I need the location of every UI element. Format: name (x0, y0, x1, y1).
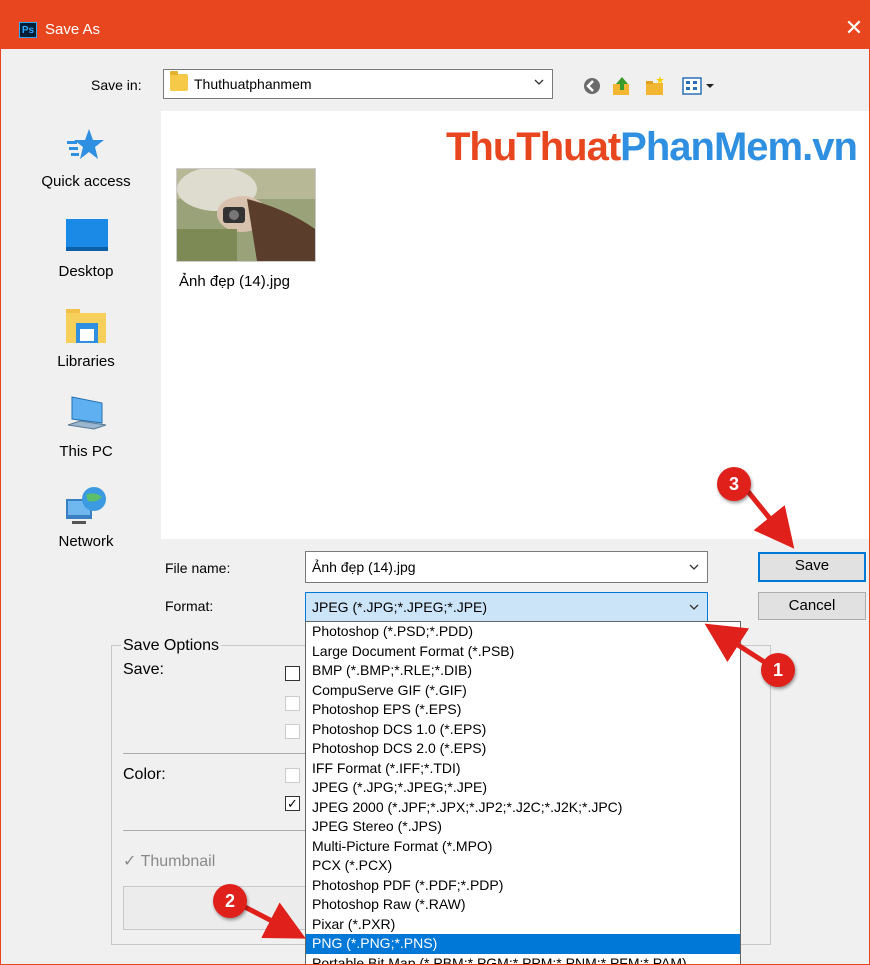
format-option[interactable]: IFF Format (*.IFF;*.TDI) (306, 759, 740, 779)
save-in-combo[interactable]: Thuthuatphanmem (163, 69, 553, 99)
place-network[interactable]: Network (1, 483, 155, 569)
window-title: Save As (45, 21, 101, 38)
format-option[interactable]: JPEG Stereo (*.JPS) (306, 817, 740, 837)
format-option[interactable]: Multi-Picture Format (*.MPO) (306, 837, 740, 857)
save-in-value: Thuthuatphanmem (194, 76, 312, 92)
watermark-logo: ThuThuatPhanMem.vn (446, 125, 858, 170)
format-option[interactable]: Photoshop PDF (*.PDF;*.PDP) (306, 876, 740, 896)
close-icon[interactable]: ✕ (843, 17, 865, 39)
place-label: Network (58, 533, 114, 550)
color-checkbox[interactable] (285, 768, 300, 783)
checkmark-icon: ✓ (123, 853, 141, 870)
save-label: Save: (123, 661, 164, 678)
quick-access-star-icon (67, 129, 104, 159)
place-desktop[interactable]: Desktop (1, 213, 155, 299)
save-in-label: Save in: (91, 77, 142, 93)
thumbnail-label: Thumbnail (140, 853, 216, 870)
place-label: Libraries (57, 353, 115, 370)
format-select[interactable]: JPEG (*.JPG;*.JPEG;*.JPE) (305, 592, 708, 622)
format-option[interactable]: JPEG (*.JPG;*.JPEG;*.JPE) (306, 778, 740, 798)
format-value: JPEG (*.JPG;*.JPEG;*.JPE) (312, 599, 488, 615)
file-name-label[interactable]: Ảnh đẹp (14).jpg (179, 273, 290, 290)
place-this-pc[interactable]: This PC (1, 393, 155, 479)
up-folder-icon[interactable] (611, 75, 633, 97)
format-option[interactable]: Photoshop Raw (*.RAW) (306, 895, 740, 915)
desktop-icon (66, 219, 108, 251)
divider (123, 753, 308, 754)
format-dropdown-list[interactable]: Photoshop (*.PSD;*.PDD) Large Document Fo… (305, 621, 741, 965)
format-option[interactable]: CompuServe GIF (*.GIF) (306, 681, 740, 701)
title-bar[interactable]: Ps Save As ✕ (1, 1, 869, 49)
watermark-part: .vn (802, 125, 858, 169)
divider (123, 830, 308, 831)
chevron-down-icon (534, 79, 544, 85)
place-label: This PC (59, 443, 113, 460)
save-checkbox[interactable] (285, 666, 300, 681)
annotation-badge-2: 2 (213, 884, 247, 918)
file-thumbnail[interactable] (176, 168, 316, 262)
watermark-part: ThuThuat (446, 125, 621, 169)
format-option[interactable]: JPEG 2000 (*.JPF;*.JPX;*.JP2;*.J2C;*.J2K… (306, 798, 740, 818)
format-option[interactable]: Photoshop (*.PSD;*.PDD) (306, 622, 740, 642)
format-option[interactable]: Photoshop DCS 2.0 (*.EPS) (306, 739, 740, 759)
save-checkbox[interactable] (285, 696, 300, 711)
chevron-down-icon (689, 604, 699, 610)
format-option[interactable]: PCX (*.PCX) (306, 856, 740, 876)
watermark-part: PhanMem (620, 125, 803, 169)
photo-thumbnail-image (177, 169, 315, 261)
format-option[interactable]: Portable Bit Map (*.PBM;*.PGM;*.PPM;*.PN… (306, 954, 740, 965)
color-checkbox-checked[interactable]: ✓ (285, 796, 300, 811)
annotation-badge-1: 1 (761, 653, 795, 687)
libraries-icon (66, 309, 106, 343)
this-pc-icon (67, 396, 107, 430)
place-label: Quick access (41, 173, 131, 190)
place-libraries[interactable]: Libraries (1, 303, 155, 389)
cancel-button[interactable]: Cancel (758, 592, 866, 620)
color-label: Color: (123, 766, 166, 783)
thumbnail-option[interactable]: ✓ Thumbnail (123, 851, 215, 871)
save-button[interactable]: Save (758, 552, 866, 582)
annotation-badge-3: 3 (717, 467, 751, 501)
place-quick-access[interactable]: Quick access (1, 123, 155, 209)
folder-icon (170, 71, 188, 91)
save-checkbox[interactable] (285, 724, 300, 739)
format-option[interactable]: PNG (*.PNG;*.PNS) (306, 934, 740, 954)
file-name-field-label: File name: (165, 560, 231, 576)
format-option[interactable]: Photoshop EPS (*.EPS) (306, 700, 740, 720)
file-name-value: Ảnh đẹp (14).jpg (312, 559, 416, 575)
format-option[interactable]: Photoshop DCS 1.0 (*.EPS) (306, 720, 740, 740)
format-option[interactable]: BMP (*.BMP;*.RLE;*.DIB) (306, 661, 740, 681)
file-list-view[interactable]: ThuThuatPhanMem.vn Ảnh đẹp (14).jpg (161, 111, 869, 539)
network-icon (66, 487, 106, 524)
file-name-field[interactable]: Ảnh đẹp (14).jpg (305, 551, 708, 583)
place-label: Desktop (58, 263, 114, 280)
format-option[interactable]: Pixar (*.PXR) (306, 915, 740, 935)
photoshop-app-icon: Ps (19, 22, 37, 38)
save-options-title: Save Options (121, 637, 222, 655)
format-field-label: Format: (165, 598, 214, 614)
places-bar: Quick access Desktop Libraries This PC N… (1, 111, 155, 621)
back-icon[interactable] (581, 75, 603, 97)
format-option[interactable]: Large Document Format (*.PSB) (306, 642, 740, 662)
chevron-down-icon (689, 564, 699, 570)
view-menu-icon[interactable] (681, 75, 717, 97)
save-as-dialog: Ps Save As ✕ Save in: Thuthuatphanmem Qu… (0, 0, 870, 965)
new-folder-icon[interactable] (644, 75, 666, 97)
